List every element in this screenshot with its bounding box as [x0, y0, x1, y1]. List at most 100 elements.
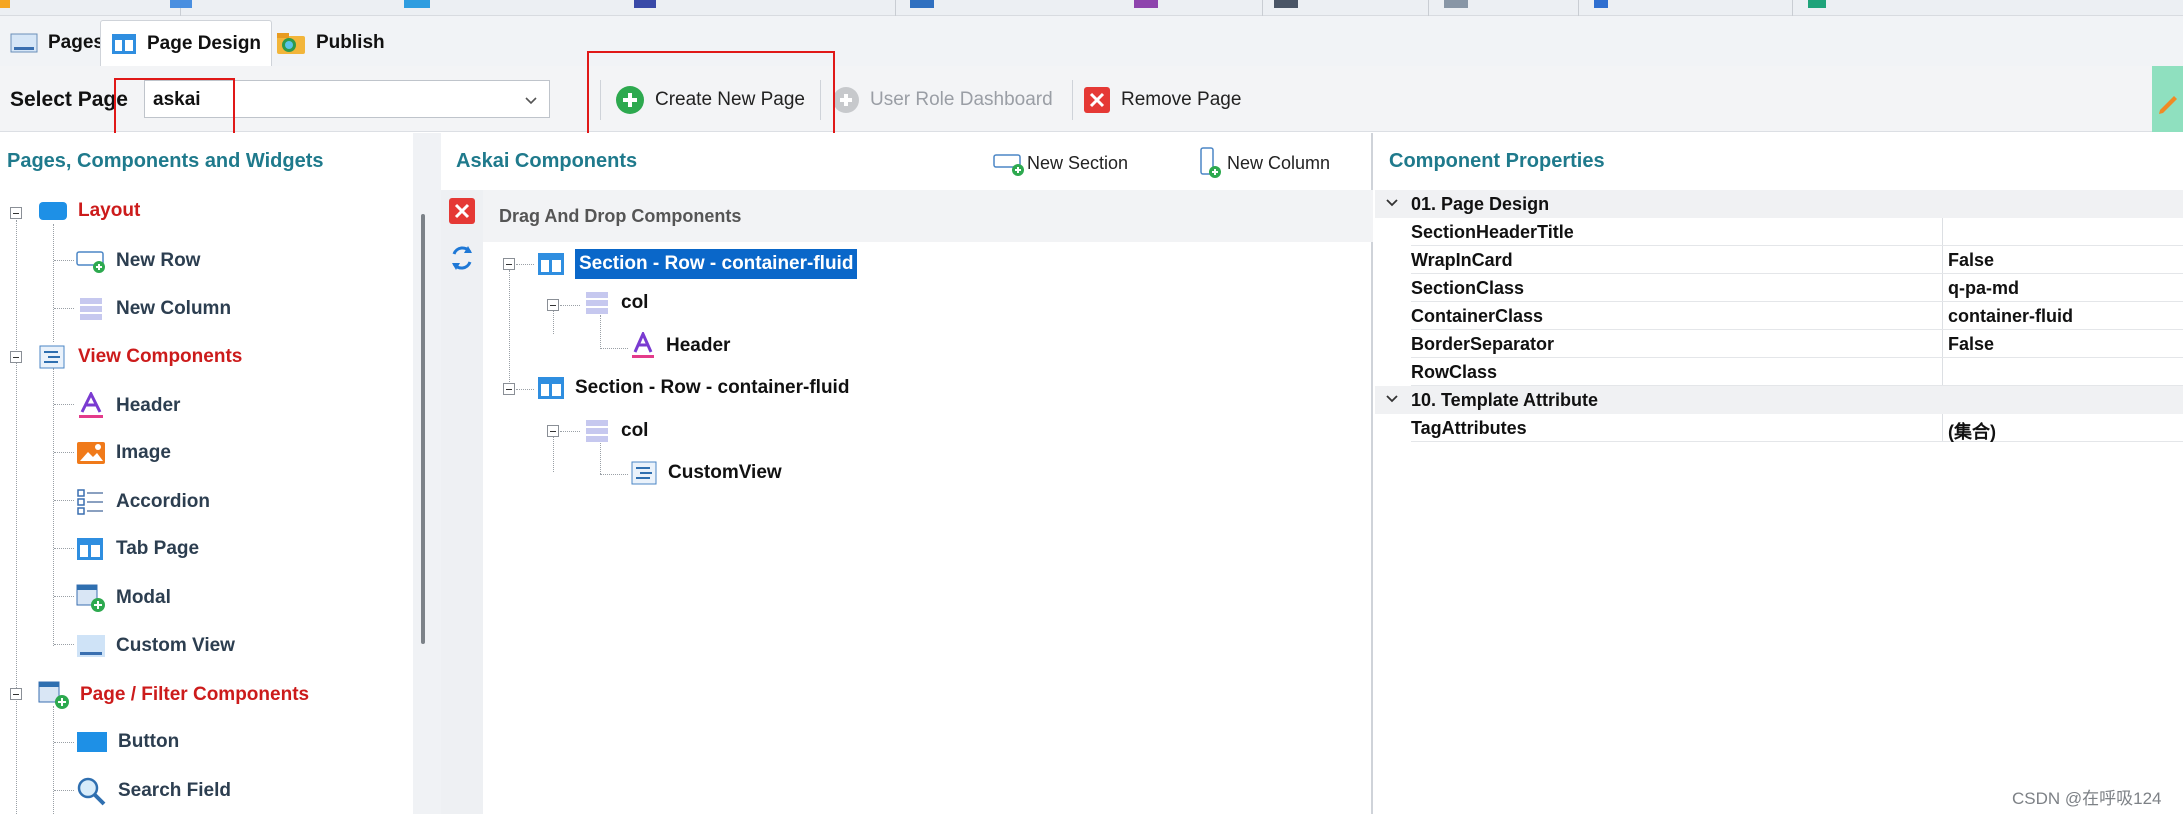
property-row[interactable]: SectionClass q-pa-md [1375, 274, 2183, 302]
expander-section-2[interactable] [503, 383, 515, 395]
window-tab-icon [634, 0, 656, 8]
palette-item-label: Custom View [116, 635, 235, 656]
new-column-icon [80, 298, 102, 320]
palette-item-new-column[interactable]: New Column [76, 296, 231, 322]
tab-publish[interactable]: Publish [266, 20, 395, 66]
tab-label: Page Design [147, 32, 262, 54]
watermark: CSDN @在呼吸124 [2012, 789, 2162, 808]
image-icon [77, 442, 105, 464]
property-key: SectionHeaderTitle [1411, 222, 1574, 242]
user-role-dashboard-button[interactable]: User Role Dashboard [832, 83, 1053, 117]
new-column-button[interactable]: New Column [1197, 146, 1330, 180]
drag-drop-header-label: Drag And Drop Components [499, 206, 742, 226]
remove-page-button[interactable]: Remove Page [1083, 83, 1241, 117]
app-icon-fragment [0, 0, 10, 8]
palette-scrollbar-thumb[interactable] [421, 214, 425, 644]
expander-section-1[interactable] [503, 258, 515, 270]
tab-label: Pages [48, 32, 104, 53]
add-circle-disabled-icon [833, 87, 859, 113]
property-value[interactable]: False [1948, 334, 1994, 355]
palette-item-image[interactable]: Image [76, 440, 171, 466]
tree-node-col-2[interactable]: col [583, 418, 648, 444]
property-row[interactable]: ContainerClass container-fluid [1375, 302, 2183, 330]
property-row[interactable]: TagAttributes (集合) [1375, 414, 2183, 442]
property-key: WrapInCard [1411, 250, 1513, 270]
category-label: Page / Filter Components [80, 684, 310, 705]
tree-node-label: CustomView [668, 462, 782, 483]
palette-item-accordion[interactable]: Accordion [76, 488, 210, 516]
palette-item-label: New Row [116, 250, 201, 271]
palette-item-modal[interactable]: Modal [76, 584, 171, 612]
palette-item-tab-page[interactable]: Tab Page [76, 536, 199, 562]
remove-icon [1084, 87, 1110, 113]
palette-item-custom-view[interactable]: Custom View [76, 632, 235, 660]
page-design-icon [112, 33, 136, 54]
category-layout[interactable]: Layout [38, 200, 140, 222]
palette-item-new-row[interactable]: New Row [76, 248, 200, 274]
expander-layout[interactable] [10, 207, 22, 219]
refresh-icon[interactable] [448, 242, 476, 274]
tab-pages[interactable]: Pages [0, 20, 114, 66]
edit-side-button[interactable] [2152, 66, 2183, 132]
property-group-template-attribute[interactable]: 10. Template Attribute [1375, 386, 2183, 414]
expander-page-filter-components[interactable] [10, 688, 22, 700]
remove-page-label: Remove Page [1121, 89, 1242, 110]
property-value[interactable]: (集合) [1948, 418, 1996, 444]
new-section-button[interactable]: New Section [993, 146, 1128, 180]
property-value[interactable]: False [1948, 250, 1994, 271]
tree-node-label: col [621, 292, 649, 313]
property-row[interactable]: BorderSeparator False [1375, 330, 2183, 358]
palette-item-label: Accordion [116, 491, 210, 512]
palette-item-label: Tab Page [116, 538, 200, 559]
property-group-label: 10. Template Attribute [1411, 390, 1599, 410]
tab-page-design[interactable]: Page Design [100, 20, 273, 66]
palette-item-button[interactable]: Button [76, 730, 179, 754]
chevron-down-icon[interactable] [1385, 392, 1399, 406]
property-key: ContainerClass [1411, 306, 1544, 326]
tab-page-icon [77, 538, 103, 560]
property-value[interactable]: q-pa-md [1948, 278, 2019, 299]
property-row[interactable]: WrapInCard False [1375, 246, 2183, 274]
palette-item-label: New Column [116, 298, 232, 319]
header-icon [632, 332, 654, 358]
button-icon [77, 732, 107, 752]
section-icon [538, 253, 564, 275]
section-icon [538, 377, 564, 399]
tree-node-col-1[interactable]: col [583, 290, 648, 316]
new-section-label: New Section [1027, 152, 1129, 173]
pages-icon [10, 33, 38, 53]
category-page-filter-components[interactable]: Page / Filter Components [38, 680, 309, 710]
view-components-icon [39, 345, 65, 369]
select-page-label: Select Page [10, 88, 128, 111]
expander-col-2[interactable] [547, 425, 559, 437]
property-group-page-design[interactable]: 01. Page Design [1375, 190, 2183, 218]
chevron-down-icon[interactable] [1385, 196, 1399, 210]
expander-view-components[interactable] [10, 351, 22, 363]
palette-item-label: Header [116, 395, 181, 416]
window-tab-icon [1274, 0, 1298, 8]
tab-label: Publish [316, 32, 385, 53]
palette-scrollbar-track[interactable] [413, 133, 441, 814]
property-value[interactable]: container-fluid [1948, 306, 2073, 327]
property-row[interactable]: RowClass [1375, 358, 2183, 386]
tree-node-customview[interactable]: CustomView [630, 460, 782, 486]
drag-drop-header: Drag And Drop Components [483, 190, 1373, 242]
delete-icon[interactable] [448, 197, 476, 225]
highlight-select-value [114, 78, 235, 136]
palette-item-header[interactable]: Header [76, 392, 180, 420]
palette-item-search-field[interactable]: Search Field [76, 776, 231, 806]
expander-col-1[interactable] [547, 299, 559, 311]
modal-icon [76, 584, 105, 612]
top-tab-strip [0, 0, 2183, 16]
tree-node-section-1[interactable]: Section - Row - container-fluid [537, 249, 858, 279]
category-view-components[interactable]: View Components [38, 344, 242, 370]
window-tab-icon [910, 0, 934, 8]
tree-node-section-2[interactable]: Section - Row - container-fluid [537, 375, 849, 401]
tree-node-header[interactable]: Header [630, 332, 730, 360]
tree-node-label: Section - Row - container-fluid [575, 377, 850, 398]
chevron-down-icon[interactable] [521, 90, 541, 110]
user-role-dashboard-label: User Role Dashboard [870, 89, 1053, 110]
layout-icon [39, 202, 67, 220]
property-row[interactable]: SectionHeaderTitle [1375, 218, 2183, 246]
category-label: View Components [78, 346, 243, 367]
